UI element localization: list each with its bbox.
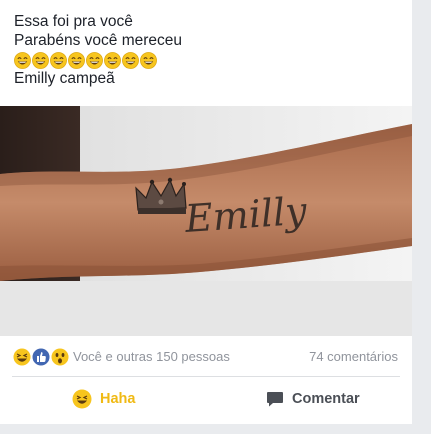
laughing-emoji [122,51,139,69]
laughing-emoji [68,51,85,69]
tattoo-text: Emilly [183,189,309,241]
wow-reaction-icon [50,347,70,367]
laughing-emoji [104,51,121,69]
laughing-emoji [140,51,157,69]
action-bar: Haha Comentar [0,378,412,420]
emoji-row [14,51,182,69]
reactions-bar[interactable]: Você e outras 150 pessoas 74 comentários [0,340,412,374]
feed-background-edge [412,0,431,434]
haha-button[interactable]: Haha [72,378,135,420]
post-photo[interactable]: Emilly [0,106,412,336]
divider [12,376,400,377]
haha-reaction-icon [12,347,32,367]
laughing-emoji [86,51,103,69]
post-line-last: Emilly campeã [14,70,115,87]
tattoo-photo: Emilly [0,106,412,336]
feed-separator [0,424,431,434]
like-reaction-icon [31,347,51,367]
reaction-summary[interactable]: Você e outras 150 pessoas [73,349,230,364]
haha-label: Haha [100,391,136,407]
post-message: Essa foi pra você Parabéns você mereceu … [14,12,182,88]
reaction-icons[interactable] [12,347,70,367]
comment-button[interactable]: Comentar [266,378,360,420]
comment-label: Comentar [292,391,360,407]
post-line-2: Parabéns você mereceu [14,32,183,49]
comment-icon [267,392,283,407]
post-line-1: Essa foi pra você [14,13,133,30]
laughing-emoji [14,51,31,69]
comment-count[interactable]: 74 comentários [309,349,398,364]
haha-icon [72,389,92,409]
laughing-emoji [50,51,67,69]
laughing-emoji [32,51,49,69]
